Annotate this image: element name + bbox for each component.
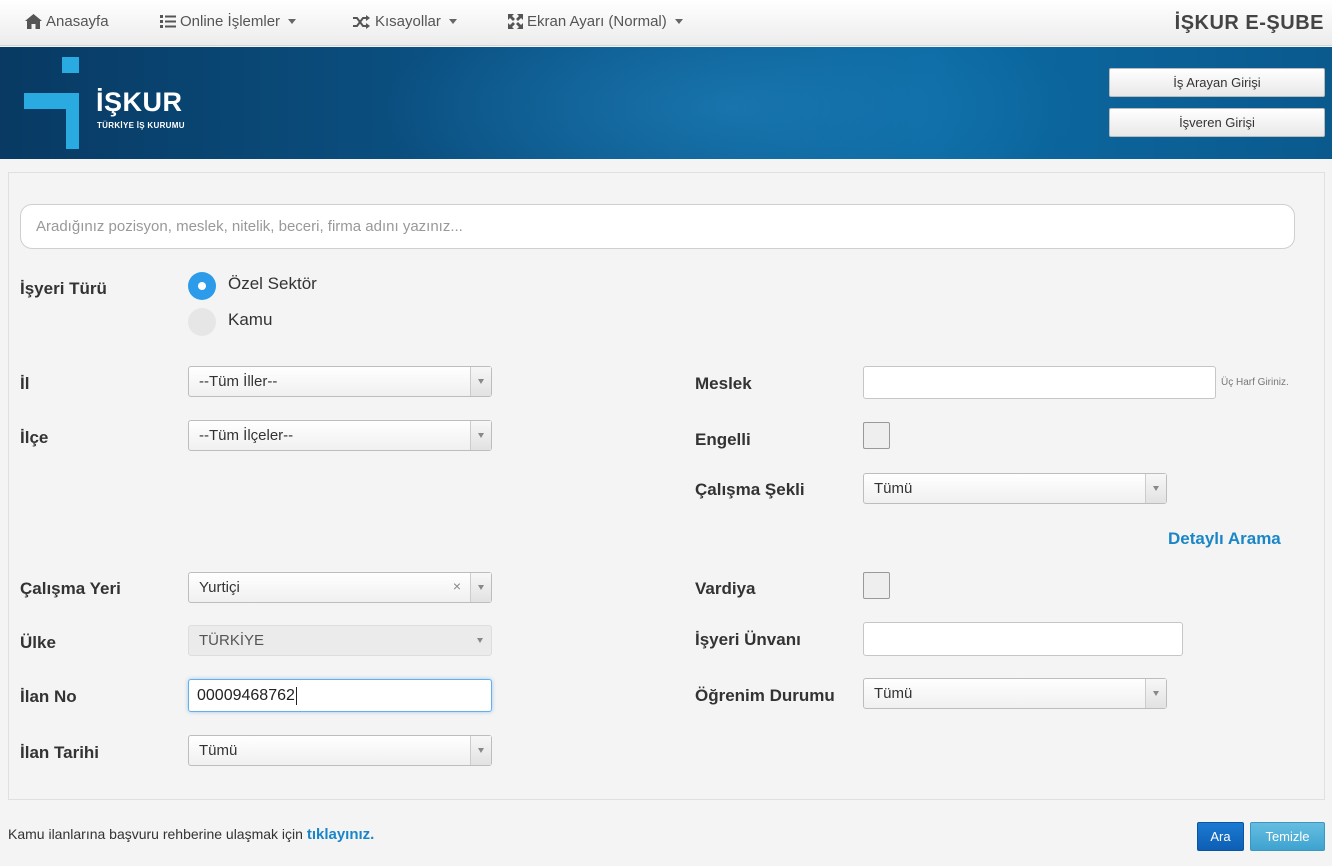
dropdown-arrow-icon [470,421,491,450]
work-type-select-value: Tümü [874,480,913,497]
employer-title-input[interactable] [863,622,1183,656]
profession-hint: Üç Harf Giriniz. [1221,377,1289,388]
ad-date-select-value: Tümü [199,742,238,759]
district-label: İlçe [20,428,49,447]
radio-private-sector-label[interactable]: Özel Sektör [228,274,317,294]
dropdown-arrow-icon [470,626,491,655]
province-select-value: --Tüm İller-- [199,373,278,390]
disabled-checkbox[interactable] [863,422,890,449]
employer-title-label: İşyeri Ünvanı [695,630,801,649]
nav-shortcuts-label: Kısayollar [375,13,441,30]
shift-label: Vardiya [695,579,756,598]
work-place-label: Çalışma Yeri [20,579,121,598]
nav-home-label: Anasayfa [46,13,109,30]
list-icon [160,15,176,28]
iskur-logo-icon [24,57,79,149]
dropdown-arrow-icon [1145,474,1166,503]
ad-date-select[interactable]: Tümü [188,735,492,766]
profession-label: Meslek [695,374,752,393]
work-type-select[interactable]: Tümü [863,473,1167,504]
profession-input[interactable] [863,366,1216,399]
chevron-down-icon [448,19,457,24]
ad-number-input[interactable]: 00009468762 [188,679,492,712]
shuffle-icon [353,14,370,29]
radio-private-sector[interactable] [188,272,216,300]
district-select[interactable]: --Tüm İlçeler-- [188,420,492,451]
disabled-label: Engelli [695,430,751,449]
ad-number-label: İlan No [20,687,77,706]
site-brand: İŞKUR E-ŞUBE [1174,12,1324,34]
work-type-label: Çalışma Şekli [695,480,805,499]
text-cursor [295,686,297,705]
public-guide-label: Kamu ilanlarına başvuru rehberine ulaşma… [8,826,303,842]
search-button[interactable]: Ara [1197,822,1244,851]
radio-public-sector[interactable] [188,308,216,336]
dropdown-arrow-icon [470,736,491,765]
expand-icon [508,14,523,29]
shift-checkbox[interactable] [863,572,890,599]
logo-subtitle: TÜRKİYE İŞ KURUMU [97,121,185,130]
education-label: Öğrenim Durumu [695,686,835,705]
nav-home[interactable]: Anasayfa [25,13,109,30]
top-navbar: Anasayfa Online İşlemler Kısayollar Ekra… [0,0,1332,46]
province-select[interactable]: --Tüm İller-- [188,366,492,397]
ad-number-value: 00009468762 [197,686,295,704]
logo-text: İŞKUR [96,87,183,117]
employer-login-button[interactable]: İşveren Girişi [1109,108,1325,137]
radio-public-sector-label[interactable]: Kamu [228,310,272,330]
dropdown-arrow-icon [470,573,491,602]
clear-selection-icon[interactable]: × [453,578,461,594]
workplace-type-label: İşyeri Türü [20,279,107,298]
education-select-value: Tümü [874,685,913,702]
public-guide-link[interactable]: tıklayınız. [307,826,375,843]
province-label: İl [20,374,30,393]
country-select: TÜRKİYE [188,625,492,656]
country-label: Ülke [20,633,56,652]
home-icon [25,14,42,29]
education-select[interactable]: Tümü [863,678,1167,709]
work-place-select-value: Yurtiçi [199,579,240,596]
nav-screen-settings[interactable]: Ekran Ayarı (Normal) [508,13,683,30]
nav-online-operations[interactable]: Online İşlemler [160,13,297,30]
chevron-down-icon [288,19,297,24]
chevron-down-icon [674,19,683,24]
country-select-value: TÜRKİYE [199,632,265,649]
dropdown-arrow-icon [470,367,491,396]
ad-date-label: İlan Tarihi [20,743,100,762]
detailed-search-link[interactable]: Detaylı Arama [1168,529,1281,549]
public-guide-text: Kamu ilanlarına başvuru rehberine ulaşma… [8,826,374,843]
search-input[interactable]: Aradığınız pozisyon, meslek, nitelik, be… [20,204,1295,249]
nav-screen-label: Ekran Ayarı (Normal) [527,13,667,30]
header-banner: İŞKUR TÜRKİYE İŞ KURUMU İş Arayan Girişi… [0,47,1332,159]
work-place-select[interactable]: Yurtiçi × [188,572,492,603]
job-seeker-login-button[interactable]: İş Arayan Girişi [1109,68,1325,97]
nav-shortcuts[interactable]: Kısayollar [353,13,457,30]
district-select-value: --Tüm İlçeler-- [199,427,294,444]
nav-online-label: Online İşlemler [180,13,281,30]
dropdown-arrow-icon [1145,679,1166,708]
clear-button[interactable]: Temizle [1250,822,1325,851]
